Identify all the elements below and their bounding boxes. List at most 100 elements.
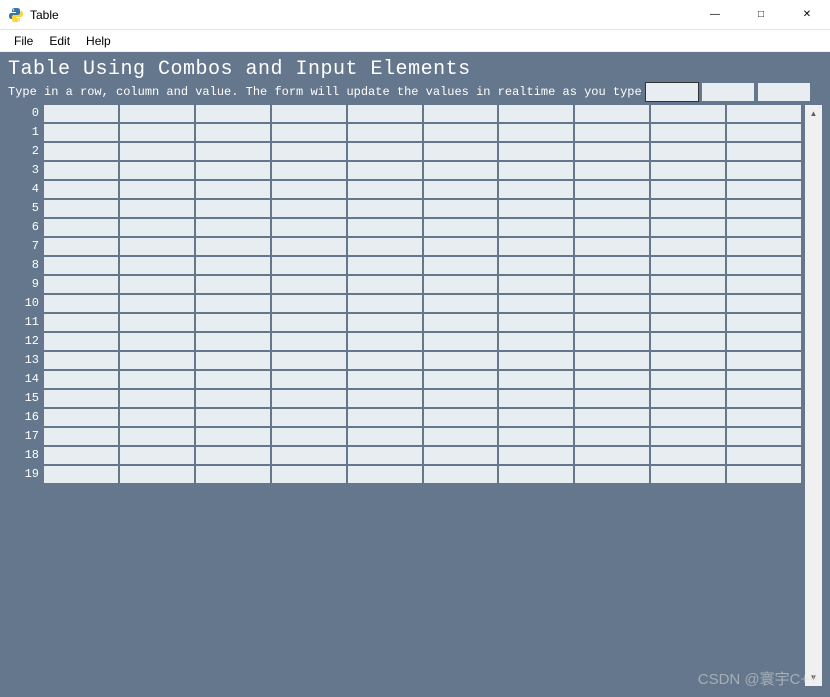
table-cell[interactable] bbox=[424, 105, 498, 122]
table-cell[interactable] bbox=[196, 181, 270, 198]
table-cell[interactable] bbox=[272, 409, 346, 426]
table-cell[interactable] bbox=[424, 352, 498, 369]
table-cell[interactable] bbox=[575, 447, 649, 464]
table-cell[interactable] bbox=[44, 238, 118, 255]
table-cell[interactable] bbox=[651, 428, 725, 445]
maximize-button[interactable]: □ bbox=[738, 0, 784, 29]
table-cell[interactable] bbox=[727, 447, 801, 464]
table-cell[interactable] bbox=[499, 409, 573, 426]
table-cell[interactable] bbox=[348, 295, 422, 312]
table-cell[interactable] bbox=[424, 409, 498, 426]
table-cell[interactable] bbox=[727, 181, 801, 198]
table-cell[interactable] bbox=[727, 124, 801, 141]
table-cell[interactable] bbox=[651, 409, 725, 426]
table-cell[interactable] bbox=[651, 352, 725, 369]
table-cell[interactable] bbox=[499, 371, 573, 388]
table-cell[interactable] bbox=[196, 219, 270, 236]
table-cell[interactable] bbox=[651, 314, 725, 331]
table-cell[interactable] bbox=[348, 162, 422, 179]
table-cell[interactable] bbox=[575, 352, 649, 369]
table-cell[interactable] bbox=[575, 143, 649, 160]
close-button[interactable]: ✕ bbox=[784, 0, 830, 29]
table-cell[interactable] bbox=[44, 219, 118, 236]
table-cell[interactable] bbox=[727, 333, 801, 350]
menu-help[interactable]: Help bbox=[78, 32, 119, 50]
table-cell[interactable] bbox=[120, 276, 194, 293]
table-cell[interactable] bbox=[727, 105, 801, 122]
table-cell[interactable] bbox=[44, 257, 118, 274]
table-cell[interactable] bbox=[651, 105, 725, 122]
table-cell[interactable] bbox=[272, 219, 346, 236]
table-cell[interactable] bbox=[499, 447, 573, 464]
table-cell[interactable] bbox=[651, 333, 725, 350]
table-cell[interactable] bbox=[272, 390, 346, 407]
table-cell[interactable] bbox=[575, 295, 649, 312]
table-cell[interactable] bbox=[272, 162, 346, 179]
table-cell[interactable] bbox=[575, 333, 649, 350]
table-cell[interactable] bbox=[120, 390, 194, 407]
table-cell[interactable] bbox=[272, 447, 346, 464]
table-cell[interactable] bbox=[120, 257, 194, 274]
table-cell[interactable] bbox=[272, 276, 346, 293]
table-cell[interactable] bbox=[727, 276, 801, 293]
table-cell[interactable] bbox=[348, 447, 422, 464]
table-cell[interactable] bbox=[120, 314, 194, 331]
table-cell[interactable] bbox=[424, 124, 498, 141]
table-cell[interactable] bbox=[120, 295, 194, 312]
table-cell[interactable] bbox=[651, 371, 725, 388]
table-cell[interactable] bbox=[348, 124, 422, 141]
table-cell[interactable] bbox=[348, 143, 422, 160]
table-cell[interactable] bbox=[196, 390, 270, 407]
menu-file[interactable]: File bbox=[6, 32, 41, 50]
table-cell[interactable] bbox=[120, 466, 194, 483]
table-cell[interactable] bbox=[499, 390, 573, 407]
table-cell[interactable] bbox=[348, 352, 422, 369]
value-input[interactable] bbox=[758, 83, 810, 101]
table-cell[interactable] bbox=[424, 371, 498, 388]
table-cell[interactable] bbox=[348, 428, 422, 445]
table-cell[interactable] bbox=[272, 181, 346, 198]
table-cell[interactable] bbox=[499, 276, 573, 293]
table-cell[interactable] bbox=[44, 276, 118, 293]
table-cell[interactable] bbox=[424, 333, 498, 350]
table-cell[interactable] bbox=[499, 333, 573, 350]
table-cell[interactable] bbox=[348, 390, 422, 407]
table-cell[interactable] bbox=[120, 200, 194, 217]
table-cell[interactable] bbox=[196, 333, 270, 350]
table-cell[interactable] bbox=[575, 276, 649, 293]
table-cell[interactable] bbox=[727, 428, 801, 445]
table-cell[interactable] bbox=[499, 257, 573, 274]
table-cell[interactable] bbox=[272, 371, 346, 388]
scroll-down-icon[interactable]: ▼ bbox=[805, 669, 822, 686]
table-cell[interactable] bbox=[575, 371, 649, 388]
table-cell[interactable] bbox=[120, 162, 194, 179]
table-cell[interactable] bbox=[44, 181, 118, 198]
table-cell[interactable] bbox=[727, 466, 801, 483]
table-cell[interactable] bbox=[499, 124, 573, 141]
table-cell[interactable] bbox=[575, 428, 649, 445]
table-cell[interactable] bbox=[651, 238, 725, 255]
table-cell[interactable] bbox=[120, 447, 194, 464]
table-cell[interactable] bbox=[44, 390, 118, 407]
menu-edit[interactable]: Edit bbox=[41, 32, 78, 50]
column-input[interactable] bbox=[702, 83, 754, 101]
table-cell[interactable] bbox=[727, 295, 801, 312]
table-cell[interactable] bbox=[348, 333, 422, 350]
table-cell[interactable] bbox=[44, 352, 118, 369]
table-cell[interactable] bbox=[348, 314, 422, 331]
table-cell[interactable] bbox=[120, 428, 194, 445]
table-cell[interactable] bbox=[196, 276, 270, 293]
scroll-up-icon[interactable]: ▲ bbox=[805, 105, 822, 122]
table-cell[interactable] bbox=[196, 466, 270, 483]
table-cell[interactable] bbox=[348, 276, 422, 293]
table-cell[interactable] bbox=[727, 200, 801, 217]
table-cell[interactable] bbox=[651, 162, 725, 179]
table-cell[interactable] bbox=[120, 143, 194, 160]
table-cell[interactable] bbox=[499, 295, 573, 312]
table-cell[interactable] bbox=[727, 162, 801, 179]
table-cell[interactable] bbox=[424, 295, 498, 312]
table-cell[interactable] bbox=[44, 162, 118, 179]
table-cell[interactable] bbox=[272, 333, 346, 350]
table-cell[interactable] bbox=[575, 409, 649, 426]
table-cell[interactable] bbox=[575, 162, 649, 179]
